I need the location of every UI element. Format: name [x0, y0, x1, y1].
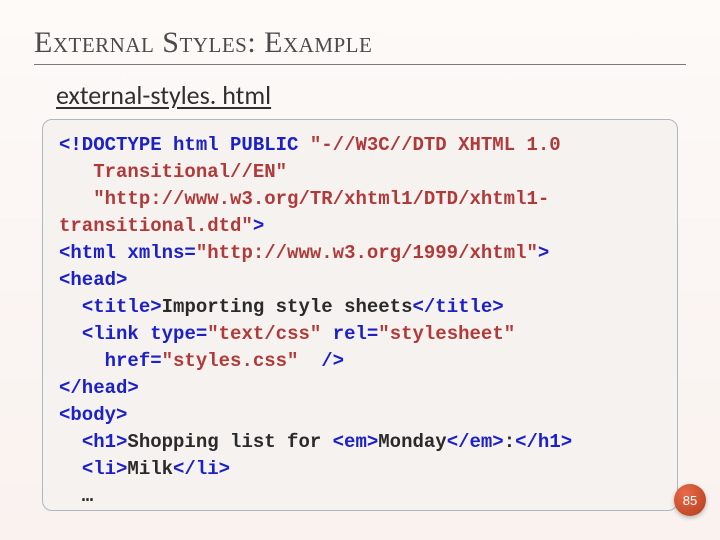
- slide: External Styles: Example external-styles…: [0, 0, 720, 540]
- page-number: 85: [683, 493, 697, 508]
- page-number-badge: 85: [674, 484, 706, 516]
- code-content: <!DOCTYPE html PUBLIC "-//W3C//DTD XHTML…: [59, 132, 661, 510]
- title-underline: [34, 64, 686, 65]
- code-box: <!DOCTYPE html PUBLIC "-//W3C//DTD XHTML…: [42, 119, 678, 511]
- slide-title: External Styles: Example: [34, 26, 686, 60]
- slide-subtitle: external-styles. html: [56, 79, 686, 111]
